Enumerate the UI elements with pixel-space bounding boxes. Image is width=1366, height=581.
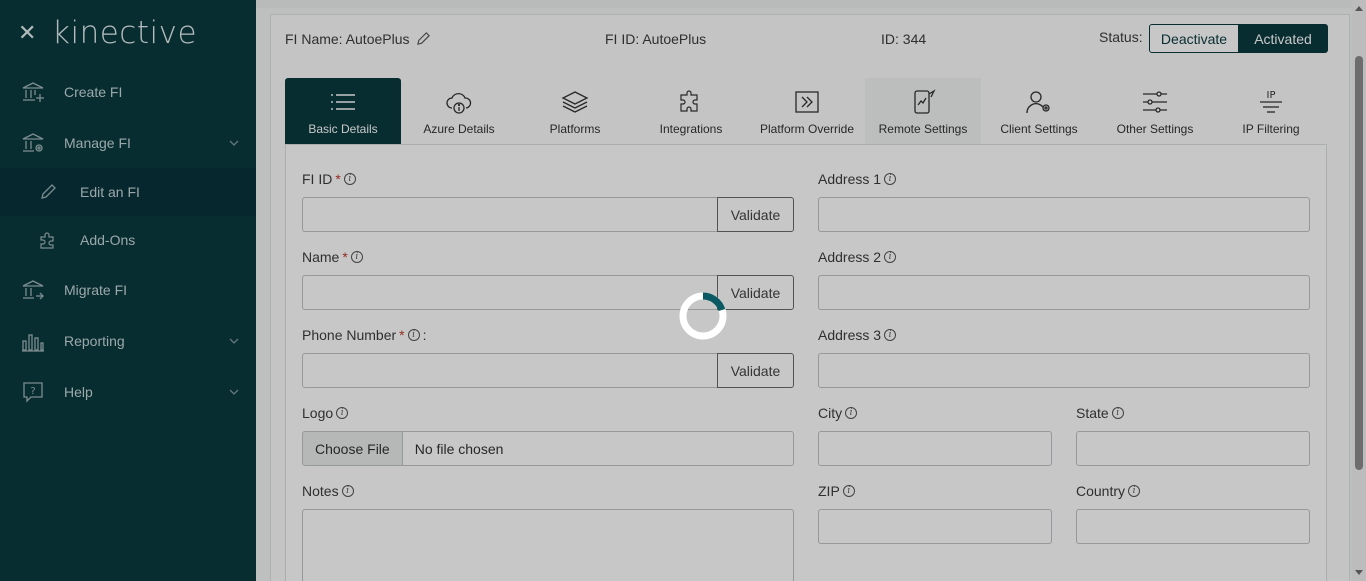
loading-spinner-icon <box>679 292 727 340</box>
